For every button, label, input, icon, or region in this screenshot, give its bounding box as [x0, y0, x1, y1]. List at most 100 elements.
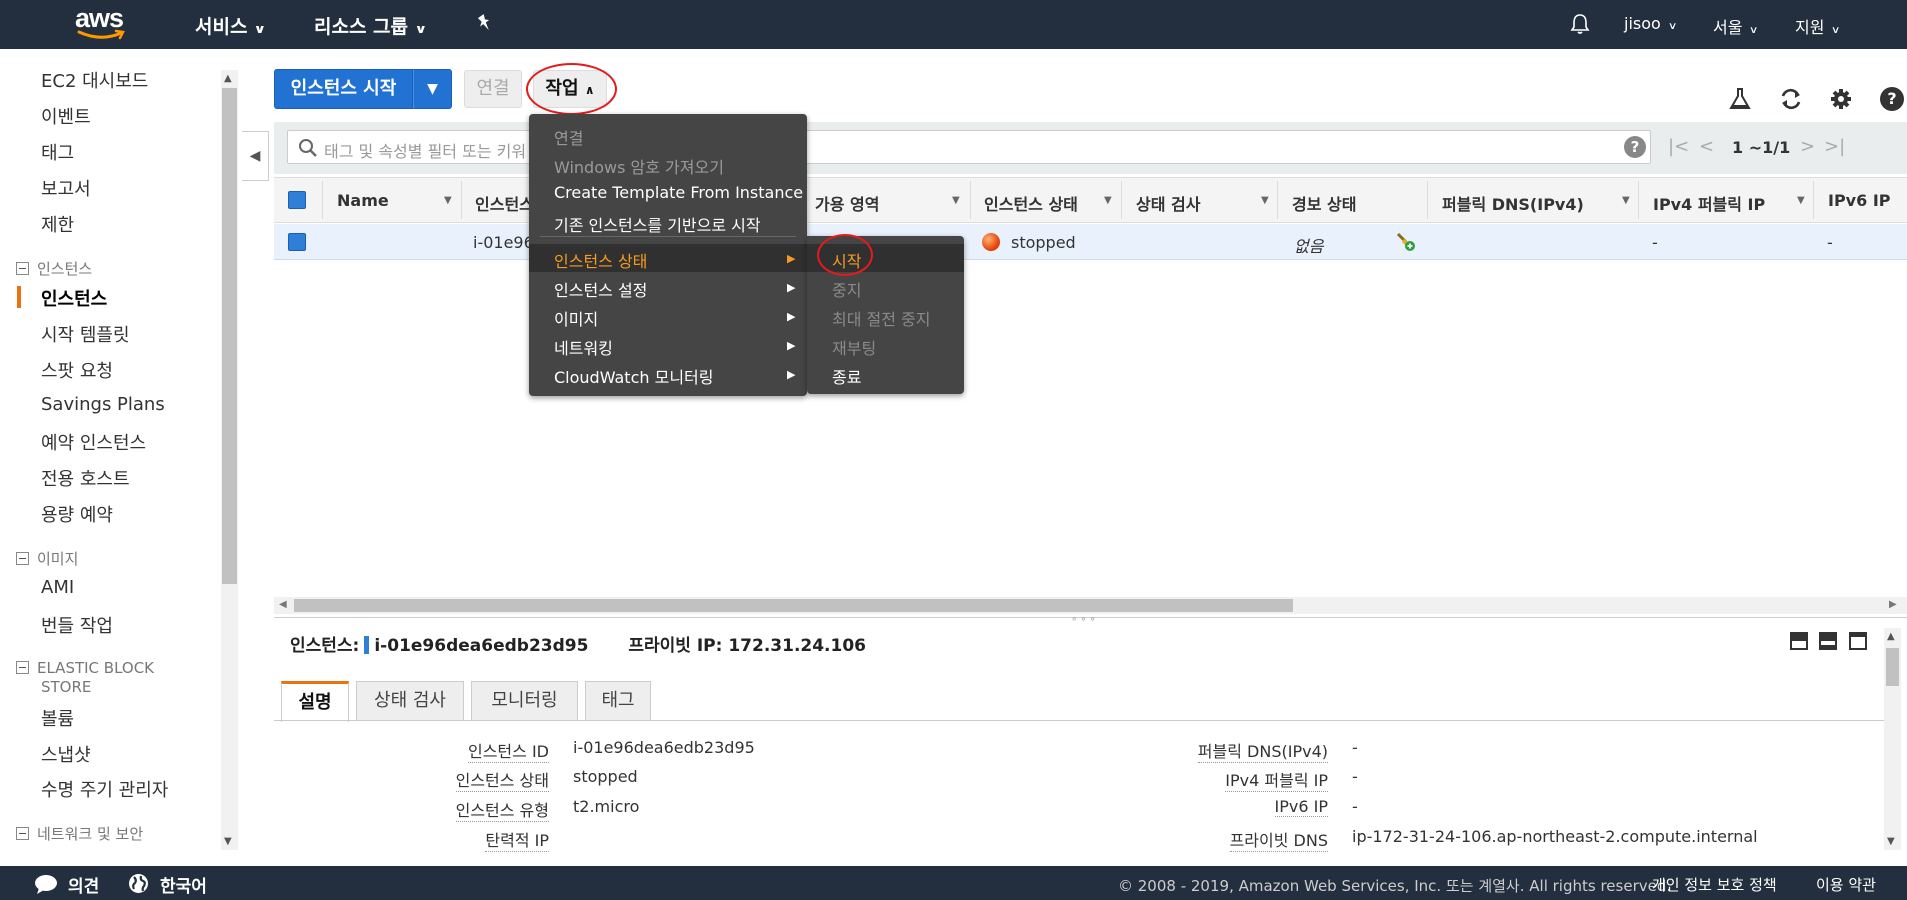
column-header-ipv6-ip[interactable]: IPv6 IP [1828, 191, 1891, 210]
globe-icon[interactable] [128, 873, 149, 894]
column-header-status-checks[interactable]: 상태 검사 [1136, 191, 1200, 215]
section-label: 인스턴스 [37, 260, 93, 278]
sidebar-item-limits[interactable]: 제한 [41, 211, 74, 237]
column-header-instance-state[interactable]: 인스턴스 상태 [984, 191, 1078, 215]
submenu-item-terminate[interactable]: 종료 [832, 364, 861, 388]
first-page-icon[interactable]: |< [1668, 136, 1689, 157]
detail-scroll-thumb[interactable] [1886, 648, 1899, 686]
column-header-instance[interactable]: 인스턴스 [475, 191, 534, 215]
layout-split-icon[interactable] [1819, 632, 1837, 650]
menu-item-launch-more-like-this[interactable]: 기존 인스턴스를 기반으로 시작 [554, 212, 761, 236]
aws-logo-text: aws [75, 3, 124, 33]
help-icon[interactable]: ? [1880, 87, 1904, 111]
sidebar-item-snapshots[interactable]: 스냅샷 [41, 741, 91, 767]
menu-item-networking[interactable]: 네트워킹 [554, 335, 613, 359]
layout-bottom-icon[interactable] [1790, 632, 1808, 650]
sidebar-item-events[interactable]: 이벤트 [41, 103, 91, 129]
menu-item-image[interactable]: 이미지 [554, 306, 598, 330]
label-public-dns: 퍼블릭 DNS(IPv4) [1197, 738, 1328, 763]
scroll-up-icon[interactable]: ▲ [1887, 631, 1895, 642]
sidebar-scroll-thumb[interactable] [222, 88, 237, 584]
scroll-left-icon[interactable]: ◀ [279, 599, 287, 610]
sidebar-section-network[interactable]: 네트워크 및 보안 [16, 823, 143, 844]
sidebar-item-lifecycle-manager[interactable]: 수명 주기 관리자 [41, 776, 168, 802]
row-checkbox[interactable] [288, 233, 306, 251]
menu-item-create-template[interactable]: Create Template From Instance [554, 183, 803, 202]
sort-caret-icon[interactable]: ▼ [444, 195, 452, 206]
select-all-checkbox[interactable] [288, 191, 306, 209]
sidebar-item-savings-plans[interactable]: Savings Plans [41, 394, 165, 415]
column-divider [1813, 181, 1814, 219]
horizontal-scroll-thumb[interactable] [294, 599, 1293, 612]
collapse-sidebar-button[interactable]: ◀ [242, 131, 269, 181]
tab-monitoring[interactable]: 모니터링 [471, 681, 578, 721]
last-page-icon[interactable]: >| [1824, 136, 1845, 157]
label-private-dns: 프라이빗 DNS [1229, 827, 1328, 852]
menu-item-instance-settings[interactable]: 인스턴스 설정 [554, 277, 647, 301]
column-header-ipv4-public-ip[interactable]: IPv4 퍼블릭 IP [1653, 191, 1765, 215]
sort-caret-icon[interactable]: ▼ [952, 195, 960, 206]
sidebar-section-images[interactable]: 이미지 [16, 548, 78, 569]
refresh-icon[interactable] [1778, 87, 1804, 111]
support-menu[interactable]: 지원 ∨ [1795, 14, 1841, 38]
column-header-alarm-status[interactable]: 경보 상태 [1292, 191, 1356, 215]
value-instance-state: stopped [573, 767, 638, 786]
privacy-policy-link[interactable]: 개인 정보 보호 정책 [1652, 874, 1777, 895]
feedback-icon[interactable] [34, 874, 58, 894]
sidebar-item-tags[interactable]: 태그 [41, 139, 74, 165]
feedback-link[interactable]: 의견 [68, 872, 99, 897]
column-header-public-dns[interactable]: 퍼블릭 DNS(IPv4) [1442, 191, 1584, 215]
sidebar-section-instances[interactable]: 인스턴스 [16, 258, 92, 279]
user-menu[interactable]: jisoo ∨ [1624, 14, 1678, 33]
layout-top-icon[interactable] [1849, 632, 1867, 650]
sort-caret-icon[interactable]: ▼ [1622, 195, 1630, 206]
launch-dropdown-button[interactable]: ▼ [413, 69, 452, 109]
menu-item-cloudwatch-monitoring[interactable]: CloudWatch 모니터링 [554, 364, 713, 388]
cell-instance-state: stopped [1011, 233, 1076, 252]
bell-icon[interactable] [1570, 13, 1590, 35]
scroll-up-icon[interactable]: ▲ [224, 73, 232, 84]
tab-description[interactable]: 설명 [281, 681, 349, 722]
sidebar-item-bundle-tasks[interactable]: 번들 작업 [41, 612, 113, 638]
create-alarm-icon[interactable] [1394, 230, 1416, 252]
sort-caret-icon[interactable]: ▼ [1104, 195, 1112, 206]
resize-handle-icon[interactable]: ∘∘∘ [1071, 614, 1099, 625]
scroll-down-icon[interactable]: ▼ [1887, 836, 1895, 847]
sidebar-item-spot-requests[interactable]: 스팟 요청 [41, 357, 113, 383]
aws-logo[interactable]: aws [75, 3, 131, 44]
sort-caret-icon[interactable]: ▼ [1261, 195, 1269, 206]
sidebar-item-volumes[interactable]: 볼륨 [41, 705, 74, 731]
search-help-icon[interactable]: ? [1624, 136, 1646, 158]
sidebar-item-ec2-dashboard[interactable]: EC2 대시보드 [41, 67, 148, 93]
sidebar-item-dedicated-hosts[interactable]: 전용 호스트 [41, 465, 130, 491]
sidebar-section-ebs[interactable]: ELASTIC BLOCK [16, 659, 154, 677]
column-header-name[interactable]: Name [337, 191, 389, 210]
launch-instance-button[interactable]: 인스턴스 시작 [274, 69, 413, 109]
connect-button[interactable]: 연결 [464, 70, 522, 108]
sort-caret-icon[interactable]: ▼ [1797, 195, 1805, 206]
flask-icon[interactable] [1729, 87, 1751, 111]
services-menu[interactable]: 서비스 ∨ [195, 12, 267, 39]
prev-page-icon[interactable]: < [1699, 136, 1714, 157]
region-menu[interactable]: 서울 ∨ [1713, 14, 1759, 38]
resource-groups-menu[interactable]: 리소스 그룹 ∨ [314, 12, 427, 39]
sidebar-item-launch-templates[interactable]: 시작 템플릿 [41, 321, 130, 347]
menu-item-instance-state[interactable]: 인스턴스 상태 [554, 248, 647, 272]
sidebar-item-ami[interactable]: AMI [41, 577, 74, 598]
sidebar-item-reserved-instances[interactable]: 예약 인스턴스 [41, 429, 146, 455]
scroll-right-icon[interactable]: ▶ [1889, 599, 1897, 610]
tab-status-checks[interactable]: 상태 검사 [356, 681, 464, 721]
column-header-availability-zone[interactable]: 가용 영역 [815, 191, 879, 215]
sidebar-item-capacity-reservations[interactable]: 용량 예약 [41, 501, 113, 527]
pin-icon[interactable] [476, 13, 494, 33]
sidebar-item-reports[interactable]: 보고서 [41, 175, 91, 201]
chevron-down-icon: ∨ [1667, 21, 1678, 32]
next-page-icon[interactable]: > [1800, 136, 1815, 157]
gear-icon[interactable] [1829, 87, 1853, 111]
scroll-down-icon[interactable]: ▼ [224, 836, 232, 847]
search-input[interactable]: 태그 및 속성별 필터 또는 키워 [287, 130, 1651, 164]
terms-of-use-link[interactable]: 이용 약관 [1816, 874, 1876, 895]
sidebar-item-instances[interactable]: 인스턴스 [41, 285, 107, 311]
tab-tags[interactable]: 태그 [585, 681, 651, 721]
language-selector[interactable]: 한국어 [160, 872, 207, 897]
